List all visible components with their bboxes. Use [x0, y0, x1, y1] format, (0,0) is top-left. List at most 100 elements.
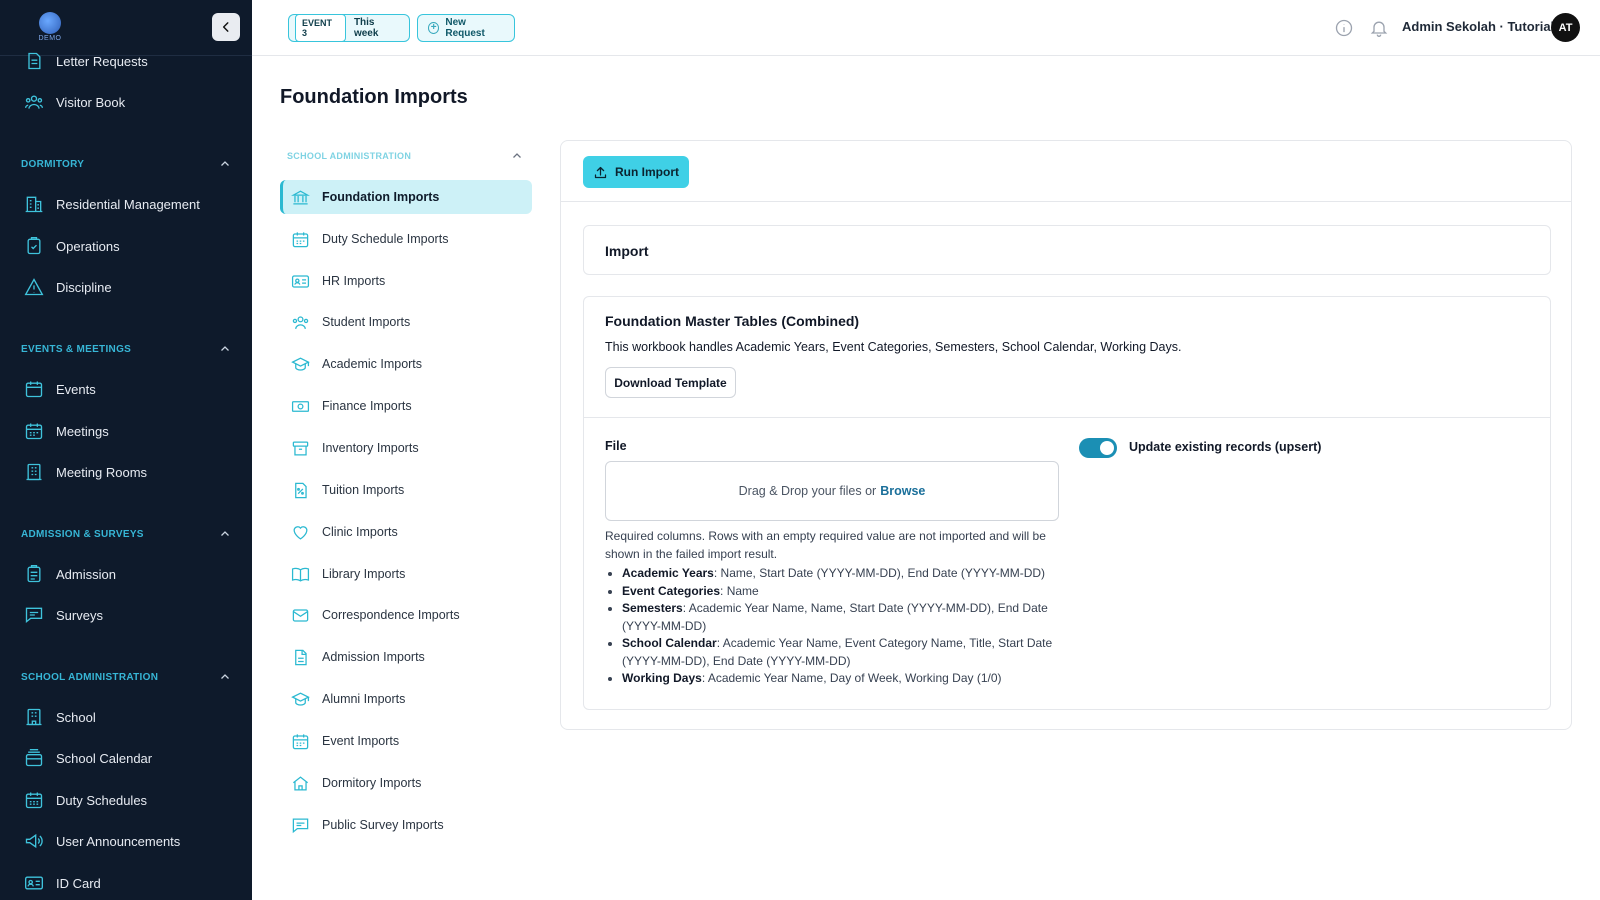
sidebar-item-discipline[interactable]: Discipline	[24, 274, 112, 300]
browse-link[interactable]: Browse	[880, 484, 925, 498]
event-period-chip[interactable]: EVENT 3 This week	[288, 14, 410, 42]
list-item: Academic Years: Name, Start Date (YYYY-M…	[622, 565, 1064, 583]
mail-icon	[292, 608, 309, 622]
subnav-item-tuition-imports[interactable]: Tuition Imports	[280, 473, 532, 507]
chat-icon	[25, 607, 43, 624]
sidebar-item-residential-management[interactable]: Residential Management	[24, 191, 200, 217]
info-icon[interactable]	[1334, 18, 1354, 38]
section-description: This workbook handles Academic Years, Ev…	[605, 340, 1182, 354]
sidebar-item-admission[interactable]: Admission	[24, 561, 116, 587]
subnav-item-dormitory-imports[interactable]: Dormitory Imports	[280, 766, 532, 800]
import-section: Import	[583, 225, 1551, 275]
sidebar-item-school-calendar[interactable]: School Calendar	[24, 745, 152, 771]
plus-icon: +	[428, 22, 440, 34]
avatar[interactable]: AT	[1551, 13, 1580, 42]
list-item: Event Categories: Name	[622, 583, 1064, 601]
subnav-item-finance-imports[interactable]: Finance Imports	[280, 389, 532, 423]
calendar-icon	[25, 381, 43, 398]
sidebar-item-label: Residential Management	[56, 196, 200, 212]
subnav-item-library-imports[interactable]: Library Imports	[280, 557, 532, 591]
visitors-icon	[25, 95, 43, 109]
table-name: Event Categories	[622, 583, 721, 598]
subnav-item-label: HR Imports	[322, 274, 386, 288]
event-badge: EVENT 3	[295, 14, 346, 42]
file-dropzone[interactable]: Drag & Drop your files or Browse	[605, 461, 1059, 521]
subnav-item-alumni-imports[interactable]: Alumni Imports	[280, 682, 532, 716]
sidebar-item-duty-schedules[interactable]: Duty Schedules	[24, 787, 147, 813]
sidebar-section-school-administration[interactable]: School Administration	[21, 671, 231, 683]
sidebar-collapse-button[interactable]	[212, 13, 240, 41]
subnav-item-label: Student Imports	[322, 315, 411, 329]
schedule-icon	[25, 792, 43, 809]
section-title: School Administration	[21, 671, 159, 683]
subnav-item-clinic-imports[interactable]: Clinic Imports	[280, 515, 532, 549]
clipboard-check-icon	[27, 237, 41, 255]
subnav-item-duty-schedule-imports[interactable]: Duty Schedule Imports	[280, 222, 532, 256]
sidebar-item-user-announcements[interactable]: User Announcements	[24, 828, 180, 854]
sidebar-item-surveys[interactable]: Surveys	[24, 602, 103, 628]
download-template-button[interactable]: Download Template	[605, 367, 736, 398]
chevron-left-icon	[222, 22, 229, 32]
subnav-item-public-survey-imports[interactable]: Public Survey Imports	[280, 808, 532, 842]
bell-icon[interactable]	[1369, 18, 1389, 38]
sidebar-section-admission-surveys[interactable]: Admission & Surveys	[21, 528, 231, 540]
id-card-icon	[25, 876, 43, 890]
document-icon	[295, 649, 307, 665]
required-columns-list: Academic Years: Name, Start Date (YYYY-M…	[622, 565, 1064, 688]
sidebar-section-events-meetings[interactable]: Events & Meetings	[21, 343, 231, 355]
subnav-item-hr-imports[interactable]: HR Imports	[280, 264, 532, 298]
id-card-icon	[291, 274, 310, 288]
user-name[interactable]: Admin Sekolah · Tutorial	[1402, 19, 1554, 34]
table-columns: : Academic Year Name, Name, Start Date (…	[622, 601, 1048, 633]
subnav-item-student-imports[interactable]: Student Imports	[280, 305, 532, 339]
chevron-up-icon	[221, 346, 229, 351]
percent-doc-icon	[295, 482, 307, 498]
book-icon	[291, 567, 310, 582]
subnav-item-label: Event Imports	[322, 734, 400, 748]
sidebar-item-events[interactable]: Events	[24, 376, 96, 402]
subnav-section-school-administration[interactable]: School Administration	[287, 150, 523, 162]
sidebar-item-school[interactable]: School	[24, 704, 96, 730]
people-icon	[292, 315, 309, 329]
subnav-item-event-imports[interactable]: Event Imports	[280, 724, 532, 758]
subnav-item-label: Dormitory Imports	[322, 776, 422, 790]
sidebar-item-meeting-rooms[interactable]: Meeting Rooms	[24, 459, 147, 485]
subnav-item-label: Public Survey Imports	[322, 818, 444, 832]
chevron-up-icon	[513, 153, 521, 158]
upsert-toggle[interactable]	[1079, 438, 1117, 458]
sidebar-item-label: Operations	[56, 238, 120, 254]
card-header-divider	[561, 201, 1571, 202]
sidebar-item-visitor-book[interactable]: Visitor Book	[24, 89, 125, 115]
subnav-item-foundation-imports[interactable]: Foundation Imports	[280, 180, 532, 214]
dropzone-text: Drag & Drop your files or	[738, 484, 877, 498]
subnav-item-correspondence-imports[interactable]: Correspondence Imports	[280, 598, 532, 632]
calendar-icon	[292, 231, 309, 247]
subnav-item-label: Academic Imports	[322, 357, 423, 371]
upsert-label: Update existing records (upsert)	[1129, 440, 1322, 454]
new-request-button[interactable]: + New Request	[417, 14, 515, 42]
list-item: Semesters: Academic Year Name, Name, Sta…	[622, 600, 1064, 635]
section-divider	[584, 417, 1550, 418]
new-request-label: New Request	[445, 17, 485, 39]
sidebar-item-label: Meeting Rooms	[56, 464, 148, 480]
run-import-button[interactable]: Run Import	[583, 156, 689, 188]
table-columns: : Name	[720, 583, 759, 598]
bank-icon	[291, 189, 310, 204]
sidebar-item-operations[interactable]: Operations	[24, 233, 120, 259]
clipboard-icon	[27, 565, 41, 583]
subnav-item-academic-imports[interactable]: Academic Imports	[280, 347, 532, 381]
sidebar-item-letter-requests[interactable]: Letter Requests	[24, 48, 148, 74]
building-icon	[25, 196, 43, 213]
money-icon	[291, 400, 310, 412]
logo[interactable]: DEMO	[32, 12, 68, 42]
subnav-item-inventory-imports[interactable]: Inventory Imports	[280, 431, 532, 465]
table-name: School Calendar	[622, 636, 717, 650]
graduation-icon	[291, 356, 310, 371]
import-card: Run Import Import Foundation Master Tabl…	[560, 140, 1572, 730]
sidebar-item-id-card[interactable]: ID Card	[24, 870, 101, 896]
subnav-item-admission-imports[interactable]: Admission Imports	[280, 640, 532, 674]
subnav-item-label: Clinic Imports	[322, 525, 398, 539]
subnav-section-title: School Administration	[287, 151, 412, 161]
sidebar-section-dormitory[interactable]: Dormitory	[21, 158, 231, 170]
sidebar-item-meetings[interactable]: Meetings	[24, 418, 109, 444]
